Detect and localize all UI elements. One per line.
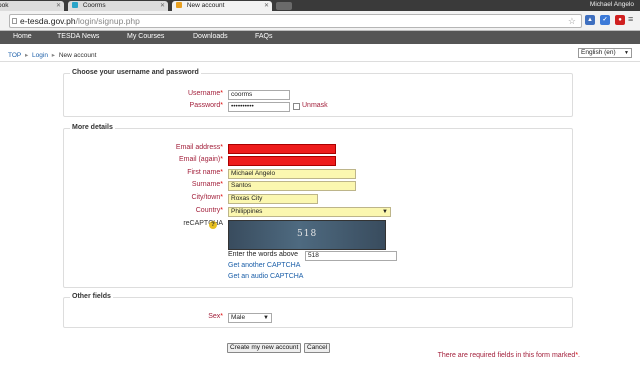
- site-favicon-icon: [72, 2, 78, 8]
- email-again-input[interactable]: [228, 156, 336, 166]
- breadcrumb-current: New account: [58, 52, 97, 59]
- email-again-row: Email (again)*: [64, 156, 573, 167]
- language-select[interactable]: English (en) ▼: [578, 48, 632, 58]
- close-icon[interactable]: ✕: [264, 2, 269, 9]
- breadcrumb-login[interactable]: Login: [32, 52, 48, 59]
- another-captcha-row: Get another CAPTCHA: [64, 262, 573, 273]
- more-details-section: More details Email address* Email (again…: [63, 124, 573, 288]
- surname-row: Surname* Santos: [64, 181, 573, 192]
- nav-home[interactable]: Home: [13, 33, 32, 40]
- country-row: Country* Philippines ▼: [64, 207, 573, 218]
- username-row: Username* coorms: [64, 90, 573, 101]
- password-label: Password*: [189, 102, 223, 109]
- email-row: Email address*: [64, 144, 573, 155]
- site-nav-bar: Home TESDA News My Courses Downloads FAQ…: [0, 31, 640, 44]
- nav-faqs[interactable]: FAQs: [255, 33, 273, 40]
- nav-downloads[interactable]: Downloads: [193, 33, 228, 40]
- password-input[interactable]: ••••••••••: [228, 102, 290, 112]
- surname-input[interactable]: Santos: [228, 181, 356, 191]
- nav-my-courses[interactable]: My Courses: [127, 33, 164, 40]
- email-label: Email address*: [175, 144, 223, 151]
- sex-label: Sex*: [208, 313, 223, 320]
- chevron-down-icon: ▼: [382, 209, 388, 215]
- section-title: Other fields: [70, 293, 113, 300]
- cancel-button[interactable]: Cancel: [304, 343, 331, 353]
- tab-label: ook: [0, 2, 9, 9]
- city-label: City/town*: [191, 194, 223, 201]
- password-row: Password* •••••••••• Unmask: [64, 102, 573, 113]
- bookmark-star-icon[interactable]: ☆: [568, 15, 576, 27]
- sex-row: Sex* Male ▼: [64, 313, 573, 324]
- firstname-label: First name*: [187, 169, 223, 176]
- page-icon: [12, 18, 17, 24]
- browser-tab-bar: ook ✕ Coorms ✕ New account ✕ Michael Ang…: [0, 0, 640, 11]
- extension-icon[interactable]: ▲: [585, 15, 595, 25]
- username-label: Username*: [187, 90, 223, 97]
- get-another-captcha-link[interactable]: Get another CAPTCHA: [228, 262, 300, 269]
- profile-name[interactable]: Michael Angelo: [590, 1, 634, 8]
- section-title: Choose your username and password: [70, 69, 201, 76]
- surname-label: Surname*: [191, 181, 223, 188]
- country-value: Philippines: [231, 208, 263, 215]
- sex-select[interactable]: Male ▼: [228, 313, 272, 323]
- recaptcha-label: reCAPTCHA: [183, 220, 223, 227]
- browser-tab[interactable]: Coorms ✕: [68, 1, 168, 11]
- address-bar: e-tesda.gov.ph/login/signup.php ☆ ▲ ✓ ● …: [0, 11, 640, 31]
- firstname-input[interactable]: Michael Angelo: [228, 169, 356, 179]
- breadcrumb: TOP ▸ Login ▸ New account: [8, 51, 96, 59]
- close-icon[interactable]: ✕: [160, 2, 165, 9]
- username-password-section: Choose your username and password Userna…: [63, 69, 573, 117]
- sex-value: Male: [231, 314, 246, 321]
- chevron-down-icon: ▼: [263, 315, 269, 321]
- browser-tab-active[interactable]: New account ✕: [172, 1, 272, 11]
- extension-icon[interactable]: ✓: [600, 15, 610, 25]
- enter-words-label: Enter the words above: [228, 251, 299, 258]
- country-select[interactable]: Philippines ▼: [228, 207, 391, 217]
- breadcrumb-separator: ▸: [51, 52, 56, 59]
- page-favicon-icon: [176, 2, 182, 8]
- new-tab-button[interactable]: [276, 2, 292, 10]
- help-icon[interactable]: ?: [209, 221, 217, 229]
- recaptcha-row: reCAPTCHA ? 518: [64, 220, 573, 250]
- section-title: More details: [70, 124, 115, 131]
- tab-label: Coorms: [82, 2, 106, 9]
- captcha-answer-input[interactable]: 518: [305, 251, 397, 261]
- tab-label: New account: [186, 2, 225, 9]
- url-input[interactable]: e-tesda.gov.ph/login/signup.php ☆: [9, 14, 582, 28]
- breadcrumb-top[interactable]: TOP: [8, 52, 21, 59]
- city-input[interactable]: Roxas City: [228, 194, 318, 204]
- username-input[interactable]: coorms: [228, 90, 290, 100]
- get-audio-captcha-link[interactable]: Get an audio CAPTCHA: [228, 273, 303, 280]
- unmask-label[interactable]: Unmask: [302, 102, 328, 109]
- create-account-button[interactable]: Create my new account: [227, 343, 302, 353]
- city-row: City/town* Roxas City: [64, 194, 573, 205]
- breadcrumb-separator: ▸: [24, 52, 29, 59]
- divider: [0, 61, 640, 62]
- email-again-label: Email (again)*: [179, 156, 223, 163]
- captcha-image: 518: [228, 220, 386, 250]
- url-path: /login/signup.php: [75, 16, 140, 26]
- other-fields-section: Other fields Sex* Male ▼: [63, 293, 573, 328]
- audio-captcha-row: Get an audio CAPTCHA: [64, 273, 573, 284]
- unmask-checkbox[interactable]: [293, 103, 300, 110]
- captcha-answer-row: Enter the words above 518: [64, 251, 573, 262]
- adblock-icon[interactable]: ●: [615, 15, 625, 25]
- firstname-row: First name* Michael Angelo: [64, 169, 573, 180]
- close-icon[interactable]: ✕: [56, 2, 61, 9]
- menu-icon[interactable]: ≡: [628, 14, 633, 24]
- chevron-down-icon: ▼: [624, 50, 629, 56]
- url-host: e-tesda.gov.ph: [20, 16, 76, 26]
- required-fields-note: There are required fields in this form m…: [437, 352, 580, 359]
- country-label: Country*: [195, 207, 223, 214]
- captcha-word: 518: [297, 229, 318, 239]
- language-value: English (en): [581, 49, 616, 56]
- browser-tab[interactable]: ook ✕: [0, 1, 64, 11]
- email-input[interactable]: [228, 144, 336, 154]
- nav-tesda-news[interactable]: TESDA News: [57, 33, 99, 40]
